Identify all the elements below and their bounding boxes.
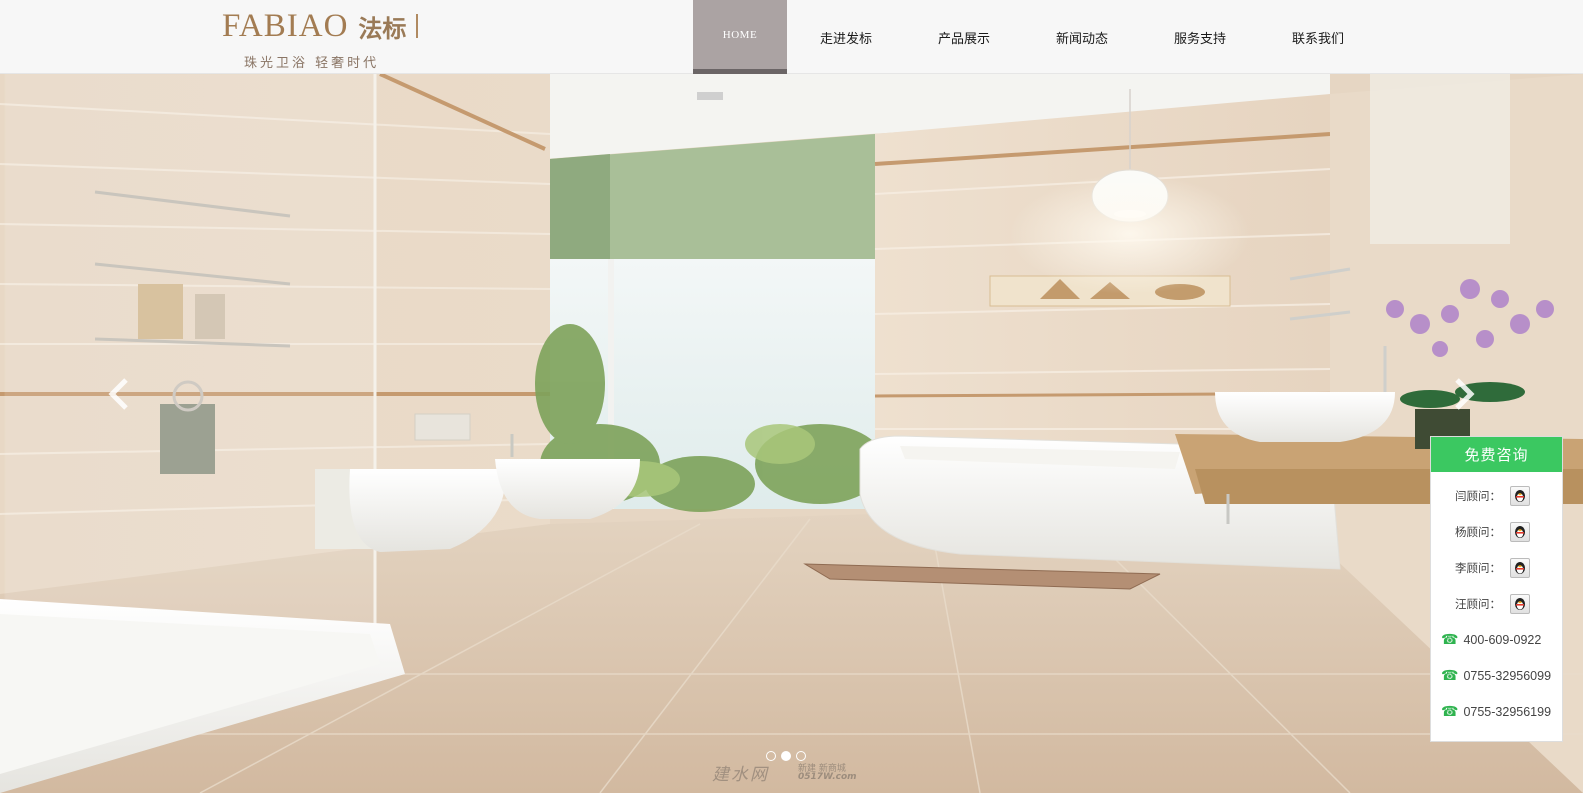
qq-chat-button[interactable]: [1510, 558, 1530, 578]
qq-penguin-icon: [1515, 490, 1525, 502]
qq-chat-button[interactable]: [1510, 486, 1530, 506]
logo-main: FABIAO 法标: [222, 7, 419, 44]
main-nav: HOME 走进发标 产品展示 新闻动态 服务支持 联系我们: [693, 0, 1377, 74]
nav-item-service[interactable]: 服务支持: [1141, 0, 1259, 74]
nav-item-contact[interactable]: 联系我们: [1259, 0, 1377, 74]
qq-penguin-icon: [1515, 598, 1525, 610]
logo-wordmark: FABIAO: [222, 7, 349, 44]
watermark-url: 0517W.com: [798, 772, 857, 782]
watermark-text: 建水网: [712, 765, 769, 785]
chevron-right-icon: [1455, 378, 1475, 410]
carousel-dot-2[interactable]: [781, 751, 791, 761]
advisor-row: 杨顾问：: [1455, 521, 1530, 543]
logo-divider: [416, 14, 419, 38]
consult-title[interactable]: 免费咨询: [1431, 437, 1562, 472]
phone-row: ☎ 0755-32956199: [1441, 703, 1551, 721]
advisor-label: 杨顾问：: [1455, 525, 1501, 539]
carousel-dots: [766, 751, 806, 761]
site-header: FABIAO 法标 珠光卫浴 轻奢时代 HOME 走进发标 产品展示 新闻动态 …: [0, 0, 1583, 74]
chevron-left-icon: [108, 378, 128, 410]
phone-number[interactable]: 0755-32956199: [1463, 705, 1551, 719]
advisor-label: 李顾问：: [1455, 561, 1501, 575]
phone-icon: ☎: [1441, 632, 1459, 648]
phone-row: ☎ 0755-32956099: [1441, 667, 1551, 685]
advisor-row: 汪顾问：: [1455, 593, 1530, 615]
carousel-dot-3[interactable]: [796, 751, 806, 761]
phone-number[interactable]: 0755-32956099: [1463, 669, 1551, 683]
brand-slogan: 珠光卫浴 轻奢时代: [244, 56, 380, 71]
brand-logo[interactable]: FABIAO 法标 珠光卫浴 轻奢时代: [222, 7, 422, 71]
phone-icon: ☎: [1441, 668, 1459, 684]
nav-item-news[interactable]: 新闻动态: [1023, 0, 1141, 74]
consult-panel: 免费咨询 闫顾问： 杨顾问： 李顾问： 汪顾问： ☎ 400-609-0922 …: [1430, 436, 1563, 742]
advisor-label: 闫顾问：: [1455, 489, 1501, 503]
carousel-prev-button[interactable]: [104, 374, 134, 414]
advisor-row: 李顾问：: [1455, 557, 1530, 579]
logo-name-cn: 法标: [358, 14, 407, 43]
nav-item-about[interactable]: 走进发标: [787, 0, 905, 74]
advisor-label: 汪顾问：: [1455, 597, 1501, 611]
qq-penguin-icon: [1515, 562, 1525, 574]
qq-chat-button[interactable]: [1510, 594, 1530, 614]
carousel-next-button[interactable]: [1449, 374, 1479, 414]
phone-icon: ☎: [1441, 704, 1459, 720]
hero-carousel: 建水网 新建 新商城 0517W.com: [0, 74, 1583, 793]
qq-chat-button[interactable]: [1510, 522, 1530, 542]
nav-item-products[interactable]: 产品展示: [905, 0, 1023, 74]
hero-bathroom-image: [0, 74, 1583, 793]
phone-row: ☎ 400-609-0922: [1441, 631, 1541, 649]
phone-number[interactable]: 400-609-0922: [1463, 633, 1541, 647]
advisor-row: 闫顾问：: [1455, 485, 1530, 507]
qq-penguin-icon: [1515, 526, 1525, 538]
nav-item-home[interactable]: HOME: [693, 0, 787, 74]
